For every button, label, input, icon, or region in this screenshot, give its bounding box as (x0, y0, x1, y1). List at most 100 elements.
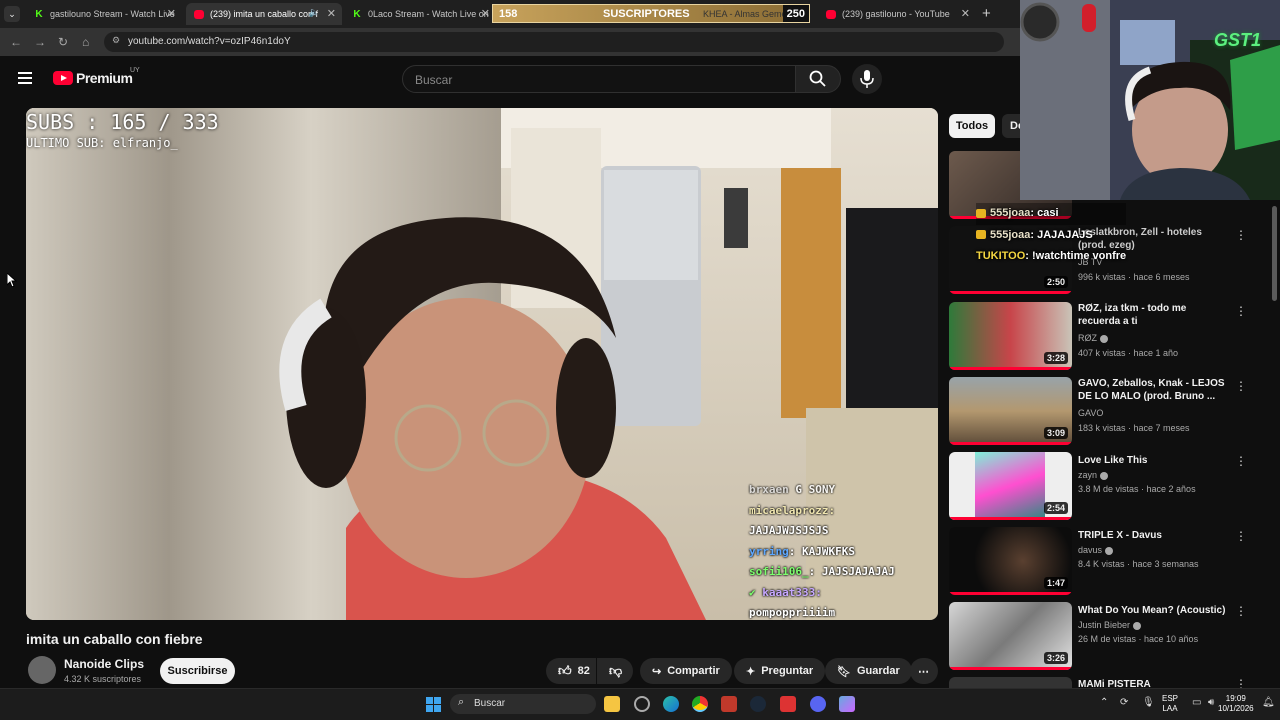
video-thumbnail[interactable]: 3:09 (949, 377, 1072, 445)
chat-line: sofii106_: JAJSJAJAJAJ (749, 565, 895, 578)
tray-chevron-icon[interactable]: ⌃ (1100, 697, 1108, 708)
channel-avatar[interactable] (28, 656, 56, 684)
tab-kick-gastilouno[interactable]: K gastilouno Stream - Watch Live ✕ (26, 3, 182, 25)
voice-search-button[interactable] (852, 64, 882, 94)
youtube-icon (826, 9, 836, 19)
url-field[interactable]: ⚙ youtube.com/watch?v=ozIP46n1doY (104, 32, 1004, 52)
scrollbar[interactable] (1272, 206, 1277, 301)
ask-label: Preguntar (761, 665, 814, 677)
more-vertical-icon[interactable]: ⋮ (1235, 228, 1247, 242)
verified-icon (1133, 621, 1142, 630)
forward-icon[interactable]: → (34, 35, 46, 49)
tray-icon[interactable]: ⟳ (1120, 697, 1128, 708)
search-input[interactable]: Buscar (402, 65, 796, 93)
channel-name[interactable]: GAVO (1078, 408, 1103, 418)
chat-line: 555joaa: JAJAJAJS (976, 225, 1126, 247)
app-icon[interactable] (839, 696, 855, 712)
youtube-header: Premium UY Buscar (0, 56, 1020, 102)
edge-icon[interactable] (663, 696, 679, 712)
recommendation-item[interactable]: 3:09 GAVO, Zeballos, Knak - LEJOS DE LO … (949, 377, 1269, 447)
more-vertical-icon[interactable]: ⋮ (1235, 379, 1247, 393)
close-icon[interactable]: ✕ (961, 7, 970, 20)
sub-goal-current: 158 (499, 7, 518, 20)
chrome-icon[interactable] (692, 696, 708, 712)
save-button[interactable]: 🔖︎ Guardar (825, 658, 912, 684)
chat-line: brxaen G SONY (749, 483, 836, 496)
recommendation-item[interactable]: 2:54 Love Like This zayn 3.8 M de vistas… (949, 452, 1269, 522)
video-title[interactable]: TRIPLE X - Davus (1078, 529, 1228, 542)
windows-start-icon[interactable] (426, 697, 441, 712)
more-vertical-icon[interactable]: ⋮ (1235, 454, 1247, 468)
chip-todos[interactable]: Todos (949, 114, 995, 138)
channel-name[interactable]: davus (1078, 545, 1114, 555)
file-explorer-icon[interactable] (604, 696, 620, 712)
recommendation-item[interactable]: 1:47 TRIPLE X - Davus davus 8.4 K vistas… (949, 527, 1269, 597)
video-title[interactable]: MAMi PISTERA (1078, 678, 1228, 688)
verified-icon (1100, 471, 1109, 480)
video-title[interactable]: RØZ, iza tkm - todo me recuerda a ti (1078, 302, 1228, 328)
app-icon[interactable] (780, 696, 796, 712)
steam-icon[interactable] (750, 696, 766, 712)
more-vertical-icon[interactable]: ⋮ (1235, 304, 1247, 318)
video-title[interactable]: Love Like This (1078, 454, 1228, 467)
site-info-icon[interactable]: ⚙ (112, 35, 120, 46)
taskbar-search[interactable]: ⌕ Buscar (450, 694, 596, 714)
more-vertical-icon[interactable]: ⋮ (1235, 604, 1247, 618)
search-button[interactable] (795, 65, 841, 93)
last-sub-overlay: ULTIMO SUB: elfranjo_ (26, 136, 178, 150)
channel-subscriber-count: 4.32 K suscriptores (64, 674, 142, 684)
back-icon[interactable]: ← (10, 35, 22, 49)
volume-icon[interactable]: 🔊︎ (1208, 697, 1214, 708)
like-button[interactable]: 👍︎ 82 (546, 658, 596, 684)
channel-name[interactable]: Justin Bieber (1078, 620, 1142, 630)
speaker-icon[interactable]: 🔈 (309, 7, 320, 18)
video-thumbnail[interactable]: 3:26 (949, 602, 1072, 670)
language-indicator[interactable]: ESP LAA (1162, 694, 1178, 714)
tab-youtube-active[interactable]: (239) imita un caballo con f 🔈 ✕ (186, 3, 342, 25)
widgets-icon[interactable] (634, 696, 650, 712)
video-title[interactable]: What Do You Mean? (Acoustic) (1078, 604, 1228, 617)
home-icon[interactable]: ⌂ (82, 35, 89, 49)
more-actions-button[interactable]: ⋯ (910, 658, 938, 684)
channel-name[interactable]: RØZ (1078, 333, 1108, 343)
close-icon[interactable]: ✕ (167, 7, 176, 20)
channel-name[interactable]: Nanoide Clips (64, 657, 144, 671)
recommendation-item[interactable]: 3:28 RØZ, iza tkm - todo me recuerda a t… (949, 302, 1269, 372)
video-thumbnail[interactable] (949, 677, 1072, 688)
clock[interactable]: 19:09 10/1/2026 (1218, 694, 1254, 714)
more-vertical-icon[interactable]: ⋮ (1235, 529, 1247, 543)
tab-youtube-gastilouno[interactable]: (239) gastilouno - YouTube ✕ (818, 3, 976, 25)
video-thumbnail[interactable]: 1:47 (949, 527, 1072, 595)
subscribe-button[interactable]: Suscribirse (160, 658, 235, 684)
network-icon[interactable]: ▭ (1192, 697, 1201, 708)
tab-kick-0laco[interactable]: K 0Laco Stream - Watch Live on K ✕ (344, 3, 492, 25)
video-title[interactable]: GAVO, Zeballos, Knak - LEJOS DE LO MALO … (1078, 377, 1228, 403)
video-title: imita un caballo con fiebre (26, 631, 203, 647)
subs-counter-overlay: SUBS : 165 / 333 (26, 110, 219, 134)
tab-title-khea[interactable]: KHEA - Almas Gemel (703, 9, 789, 19)
tab-title: (239) gastilouno - YouTube (842, 9, 950, 19)
tab-list-dropdown[interactable]: ⌄ (4, 6, 20, 22)
video-thumbnail[interactable]: 3:28 (949, 302, 1072, 370)
app-icon[interactable] (721, 696, 737, 712)
channel-name[interactable]: zayn (1078, 470, 1109, 480)
recommendation-item[interactable]: 3:26 What Do You Mean? (Acoustic) Justin… (949, 602, 1269, 672)
mic-tray-icon[interactable]: 🎙︎ (1142, 697, 1155, 708)
video-thumbnail[interactable]: 2:54 (949, 452, 1072, 520)
discord-icon[interactable] (810, 696, 826, 712)
more-vertical-icon[interactable]: ⋮ (1235, 677, 1247, 688)
microphone-icon (860, 70, 874, 88)
recommendation-item[interactable]: MAMi PISTERA ⋮ (949, 677, 1269, 688)
notifications-icon[interactable]: 🔔︎ (1262, 697, 1275, 708)
share-button[interactable]: ↪ Compartir (640, 658, 732, 684)
new-tab-button[interactable]: + (982, 5, 991, 22)
close-icon[interactable]: ✕ (481, 7, 490, 20)
reload-icon[interactable]: ↻ (58, 35, 68, 49)
menu-icon[interactable] (18, 72, 32, 84)
tab-title: 0Laco Stream - Watch Live on K (368, 9, 492, 19)
ask-button[interactable]: ✦ Preguntar (734, 658, 826, 684)
close-icon[interactable]: ✕ (327, 7, 336, 20)
youtube-premium-logo[interactable]: Premium (76, 70, 133, 86)
youtube-logo-icon[interactable] (53, 71, 73, 85)
dislike-button[interactable]: 👎︎ (597, 658, 633, 684)
